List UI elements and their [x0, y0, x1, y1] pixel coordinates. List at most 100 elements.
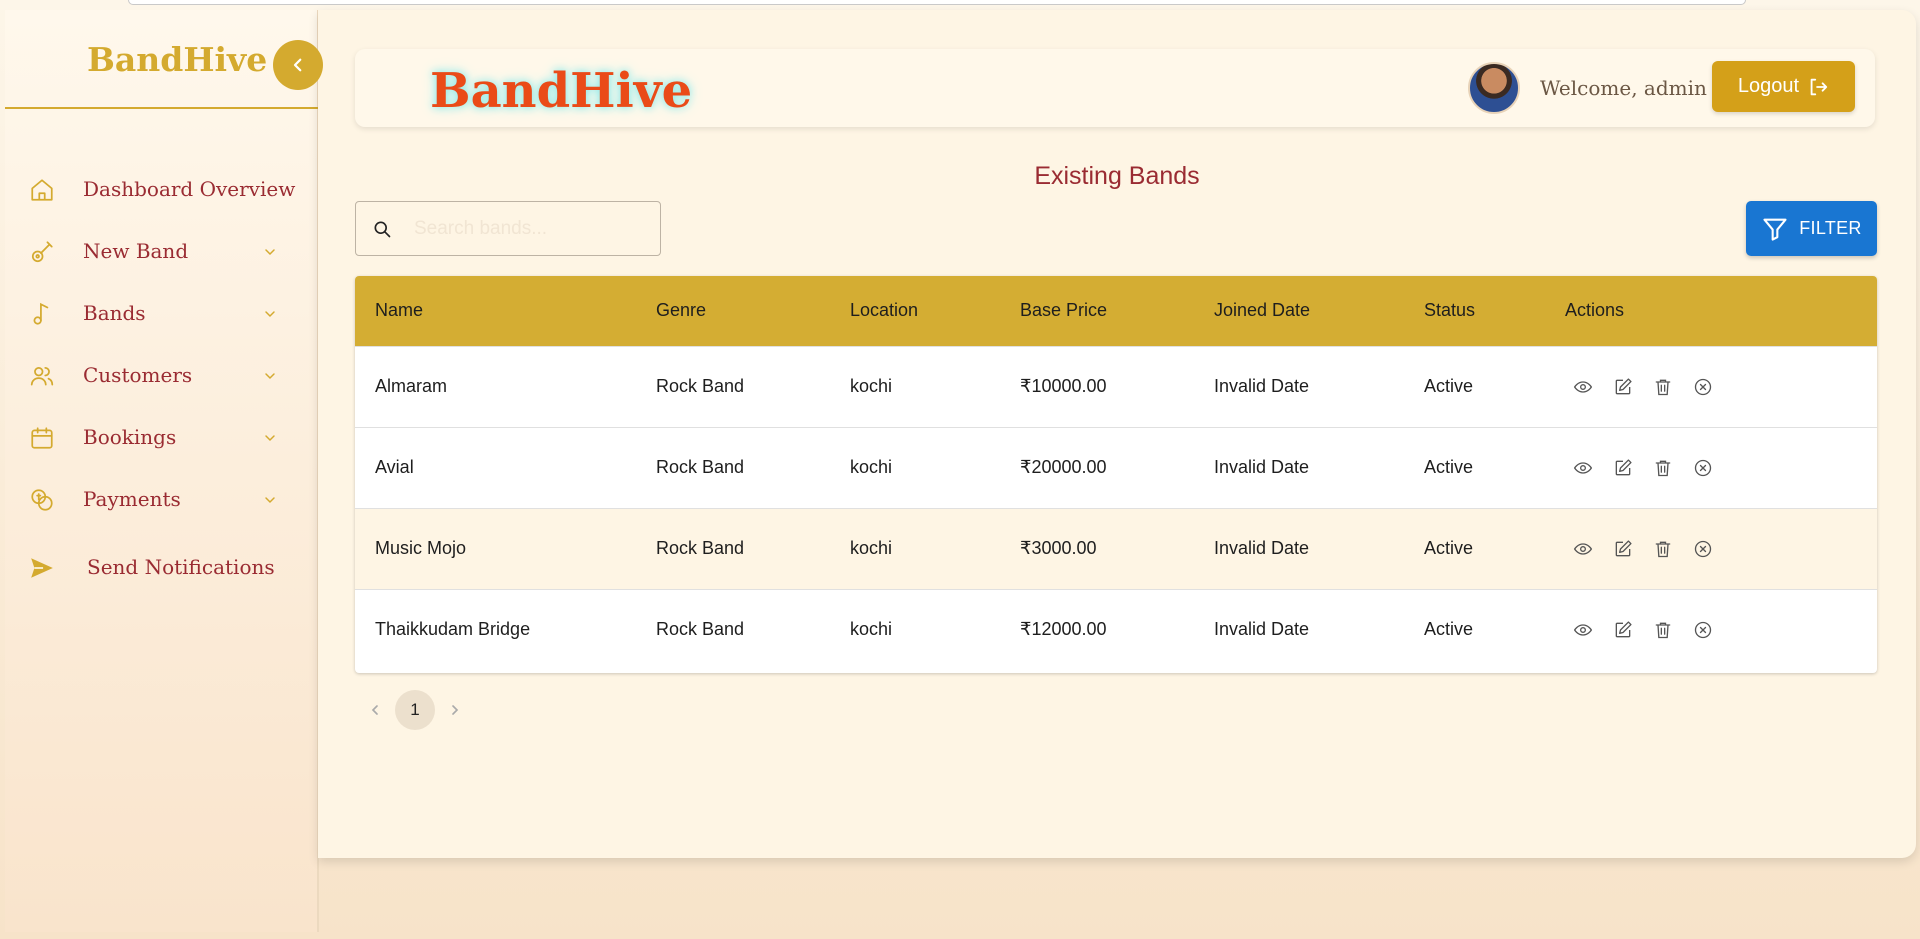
- deactivate-icon[interactable]: [1693, 620, 1713, 640]
- edit-icon[interactable]: [1613, 539, 1633, 559]
- guitar-icon: [31, 241, 53, 263]
- chevron-down-icon: [265, 497, 275, 504]
- chevron-down-icon: [265, 435, 275, 442]
- logout-button[interactable]: Logout: [1712, 61, 1855, 112]
- delete-icon[interactable]: [1653, 377, 1673, 397]
- sidebar-item-label: Payments: [83, 487, 181, 511]
- sidebar-brand: BandHive: [87, 40, 268, 79]
- deactivate-icon[interactable]: [1693, 539, 1713, 559]
- top-header: BandHive Welcome, admin Logout: [355, 49, 1875, 127]
- table-row: Almaram Rock Band kochi ₹10000.00 Invali…: [355, 345, 1877, 427]
- cell-name: Avial: [355, 426, 656, 508]
- sidebar: BandHive Dashboard Overview New Band Ban…: [5, 10, 323, 932]
- cell-status: Active: [1424, 426, 1565, 508]
- cell-genre: Rock Band: [656, 426, 850, 508]
- header-brand: BandHive: [430, 63, 693, 119]
- cell-price: ₹12000.00: [1020, 588, 1214, 670]
- cell-location: kochi: [850, 507, 1020, 589]
- cell-price: ₹3000.00: [1020, 507, 1214, 589]
- sidebar-item-bands[interactable]: Bands: [5, 282, 319, 344]
- send-icon: [31, 558, 53, 578]
- filter-label: FILTER: [1799, 218, 1862, 238]
- column-header-base-price[interactable]: Base Price: [1020, 276, 1214, 346]
- column-header-genre[interactable]: Genre: [656, 276, 850, 346]
- chevron-down-icon: [265, 373, 275, 380]
- cell-actions: [1565, 507, 1877, 589]
- view-icon[interactable]: [1573, 620, 1593, 640]
- sidebar-brand-row: BandHive: [5, 10, 319, 109]
- chevron-down-icon: [265, 249, 275, 256]
- table-row: Music Mojo Rock Band kochi ₹3000.00 Inva…: [355, 507, 1877, 589]
- edit-icon[interactable]: [1613, 377, 1633, 397]
- delete-icon[interactable]: [1653, 620, 1673, 640]
- sidebar-item-bookings[interactable]: Bookings: [5, 406, 319, 468]
- home-icon: [31, 179, 53, 201]
- sidebar-item-label: Bookings: [83, 425, 177, 449]
- cell-actions: [1565, 588, 1877, 670]
- search-icon: [374, 221, 391, 238]
- column-header-location[interactable]: Location: [850, 276, 1020, 346]
- music-note-icon: [33, 302, 49, 325]
- delete-icon[interactable]: [1653, 539, 1673, 559]
- cell-actions: [1565, 426, 1877, 508]
- column-header-joined-date[interactable]: Joined Date: [1214, 276, 1424, 346]
- logout-icon: [1810, 78, 1828, 95]
- avatar[interactable]: [1468, 62, 1520, 114]
- cell-name: Almaram: [355, 345, 656, 427]
- calendar-icon: [31, 427, 53, 449]
- sidebar-item-label: Customers: [83, 363, 193, 387]
- cell-status: Active: [1424, 507, 1565, 589]
- prev-page-button[interactable]: [355, 690, 395, 730]
- column-header-name[interactable]: Name: [355, 276, 656, 346]
- sidebar-nav: Dashboard Overview New Band Bands Custom…: [5, 158, 319, 598]
- cell-status: Active: [1424, 345, 1565, 427]
- search-box[interactable]: [355, 201, 661, 256]
- chevron-right-icon: [452, 705, 459, 715]
- logout-label: Logout: [1737, 75, 1800, 97]
- search-input[interactable]: [414, 214, 644, 244]
- cell-genre: Rock Band: [656, 345, 850, 427]
- deactivate-icon[interactable]: [1693, 458, 1713, 478]
- cell-joined-date: Invalid Date: [1214, 588, 1424, 670]
- sidebar-item-dashboard-overview[interactable]: Dashboard Overview: [5, 158, 319, 220]
- cell-genre: Rock Band: [656, 588, 850, 670]
- cell-price: ₹10000.00: [1020, 345, 1214, 427]
- column-header-status[interactable]: Status: [1424, 276, 1565, 346]
- page-number-button[interactable]: 1: [395, 690, 435, 730]
- sidebar-item-new-band[interactable]: New Band: [5, 220, 319, 282]
- column-header-actions: Actions: [1565, 276, 1877, 346]
- users-icon: [30, 367, 54, 386]
- deactivate-icon[interactable]: [1693, 377, 1713, 397]
- sidebar-item-label: New Band: [83, 239, 189, 263]
- cell-joined-date: Invalid Date: [1214, 426, 1424, 508]
- sidebar-item-send-notifications[interactable]: Send Notifications: [5, 536, 319, 598]
- cell-genre: Rock Band: [656, 507, 850, 589]
- cell-name: Thaikkudam Bridge: [355, 588, 656, 670]
- chevron-left-icon: [371, 705, 378, 715]
- sidebar-collapse-button[interactable]: [273, 40, 323, 90]
- edit-icon[interactable]: [1613, 458, 1633, 478]
- cell-location: kochi: [850, 588, 1020, 670]
- page-title: Existing Bands: [1034, 162, 1200, 190]
- view-icon[interactable]: [1573, 539, 1593, 559]
- chevron-left-icon: [293, 58, 302, 72]
- main-panel: BandHive Welcome, admin Logout Existing …: [318, 10, 1916, 858]
- sidebar-item-payments[interactable]: Payments: [5, 468, 319, 530]
- sidebar-item-label: Send Notifications: [87, 555, 275, 579]
- sidebar-item-customers[interactable]: Customers: [5, 344, 319, 406]
- pagination: 1: [355, 690, 475, 730]
- view-icon[interactable]: [1573, 458, 1593, 478]
- sidebar-item-label: Bands: [83, 301, 146, 325]
- cell-location: kochi: [850, 426, 1020, 508]
- cell-actions: [1565, 345, 1877, 427]
- filter-button[interactable]: FILTER: [1746, 201, 1877, 256]
- view-icon[interactable]: [1573, 377, 1593, 397]
- table-row: Avial Rock Band kochi ₹20000.00 Invalid …: [355, 426, 1877, 508]
- edit-icon[interactable]: [1613, 620, 1633, 640]
- next-page-button[interactable]: [435, 690, 475, 730]
- browser-top-edge: [128, 0, 1746, 5]
- welcome-text: Welcome, admin: [1540, 76, 1707, 100]
- cell-joined-date: Invalid Date: [1214, 345, 1424, 427]
- table-row: Thaikkudam Bridge Rock Band kochi ₹12000…: [355, 588, 1877, 670]
- delete-icon[interactable]: [1653, 458, 1673, 478]
